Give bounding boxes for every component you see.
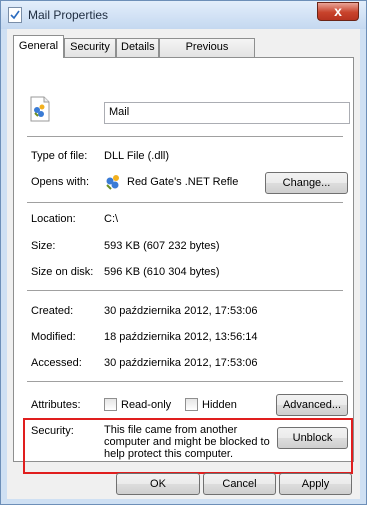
location-label: Location:	[31, 213, 76, 225]
type-of-file-label: Type of file:	[31, 150, 88, 162]
change-button[interactable]: Change...	[265, 172, 348, 194]
security-label: Security:	[31, 425, 74, 437]
general-tab-panel: Mail Type of file: DLL File (.dll) Opens…	[13, 57, 354, 474]
dialog-client: General Security Details Previous Versio…	[7, 29, 360, 499]
dll-file-icon	[29, 96, 51, 122]
type-of-file-value: DLL File (.dll)	[104, 150, 169, 162]
hidden-label[interactable]: Hidden	[202, 399, 237, 411]
opens-with-label: Opens with:	[31, 176, 90, 188]
divider	[27, 290, 343, 291]
read-only-label[interactable]: Read-only	[121, 399, 171, 411]
divider	[27, 381, 343, 382]
security-message-line-1: This file came from another	[104, 424, 238, 436]
unblock-button[interactable]: Unblock	[277, 427, 348, 449]
size-value: 593 KB (607 232 bytes)	[104, 240, 220, 252]
properties-window: Mail Properties x General Security Detai…	[0, 0, 367, 505]
location-value: C:\	[104, 213, 119, 225]
cancel-button[interactable]: Cancel	[203, 473, 276, 495]
tab-previous-versions[interactable]: Previous Versions	[159, 38, 255, 70]
modified-label: Modified:	[31, 331, 76, 343]
tab-general[interactable]: General	[13, 35, 64, 58]
tab-details[interactable]: Details	[116, 38, 159, 57]
size-on-disk-value: 596 KB (610 304 bytes)	[104, 266, 220, 278]
hidden-checkbox[interactable]	[185, 398, 198, 411]
attributes-label: Attributes:	[31, 399, 81, 411]
divider	[27, 202, 343, 203]
close-button[interactable]: x	[317, 2, 359, 21]
title-bar[interactable]: Mail Properties x	[1, 1, 366, 29]
accessed-label: Accessed:	[31, 357, 82, 369]
divider	[27, 136, 343, 137]
advanced-button[interactable]: Advanced...	[276, 394, 348, 416]
created-value: 30 października 2012, 17:53:06	[104, 305, 258, 317]
ok-button[interactable]: OK	[116, 473, 200, 495]
modified-value: 18 października 2012, 13:56:14	[104, 331, 258, 343]
security-message-line-3: help protect this computer.	[104, 448, 234, 460]
size-on-disk-label: Size on disk:	[31, 266, 94, 278]
size-label: Size:	[31, 240, 56, 252]
window-title: Mail Properties	[28, 8, 109, 22]
reflector-app-icon	[104, 173, 122, 191]
tab-security[interactable]: Security	[64, 38, 116, 57]
created-label: Created:	[31, 305, 74, 317]
apply-button[interactable]: Apply	[279, 473, 352, 495]
opens-with-value: Red Gate's .NET Reflec	[127, 176, 238, 188]
read-only-checkbox[interactable]	[104, 398, 117, 411]
file-properties-icon	[8, 7, 22, 23]
security-message-line-2: computer and might be blocked to	[104, 436, 270, 448]
file-name-input[interactable]: Mail	[104, 102, 350, 124]
accessed-value: 30 października 2012, 17:53:06	[104, 357, 258, 369]
